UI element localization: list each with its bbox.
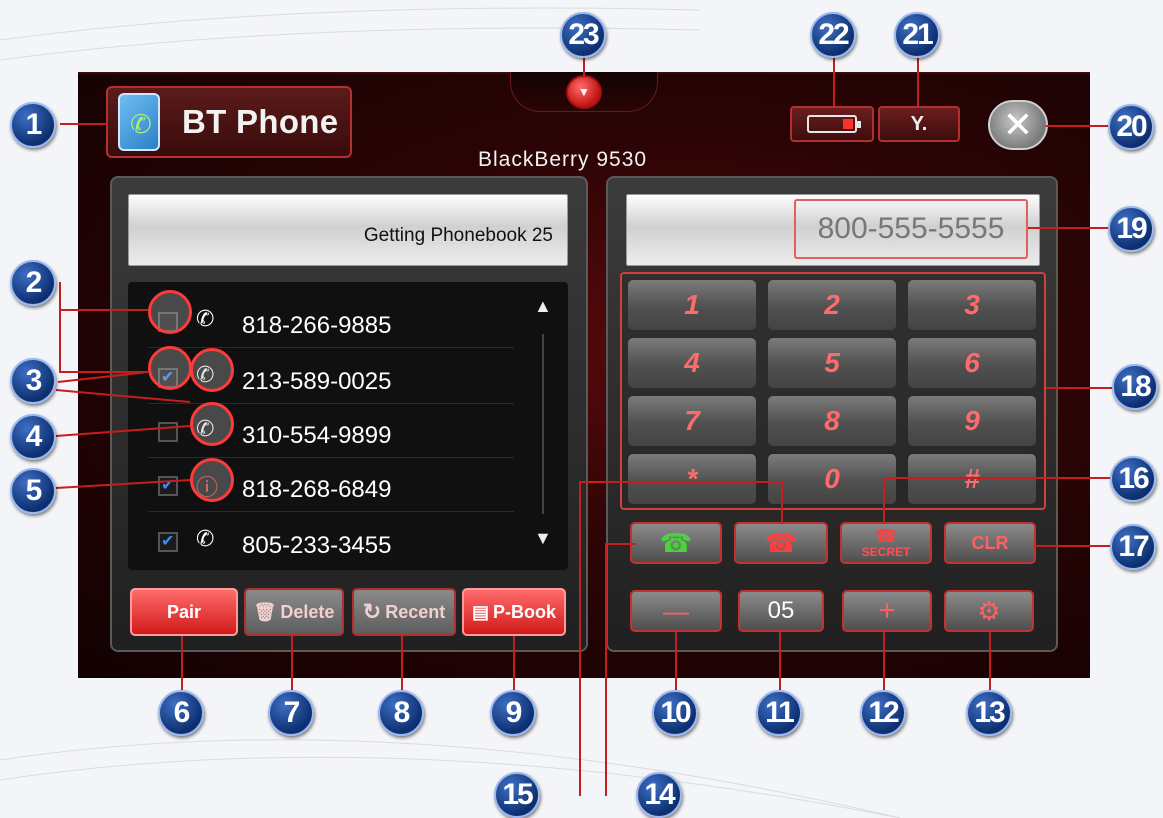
callout-badge: 23 [560,12,606,58]
callout-badge: 13 [966,690,1012,736]
callout-badge: 17 [1110,524,1156,570]
callout-badge: 22 [810,12,856,58]
callout-badge: 9 [490,690,536,736]
callout-badge: 8 [378,690,424,736]
callout-badge: 21 [894,12,940,58]
callout-badge: 14 [636,772,682,818]
callout-badge: 12 [860,690,906,736]
callout-badge: 19 [1108,206,1154,252]
callout-badge: 4 [10,414,56,460]
callout-badge: 20 [1108,104,1154,150]
callout-badge: 16 [1110,456,1156,502]
callout-badge: 6 [158,690,204,736]
callout-badge: 2 [10,260,56,306]
callout-badge: 11 [756,690,802,736]
callout-badge: 18 [1112,364,1158,410]
callout-badge: 7 [268,690,314,736]
callout-badge: 10 [652,690,698,736]
callout-badge: 15 [494,772,540,818]
callout-badge: 1 [10,102,56,148]
callout-badge: 3 [10,358,56,404]
callout-badge: 5 [10,468,56,514]
